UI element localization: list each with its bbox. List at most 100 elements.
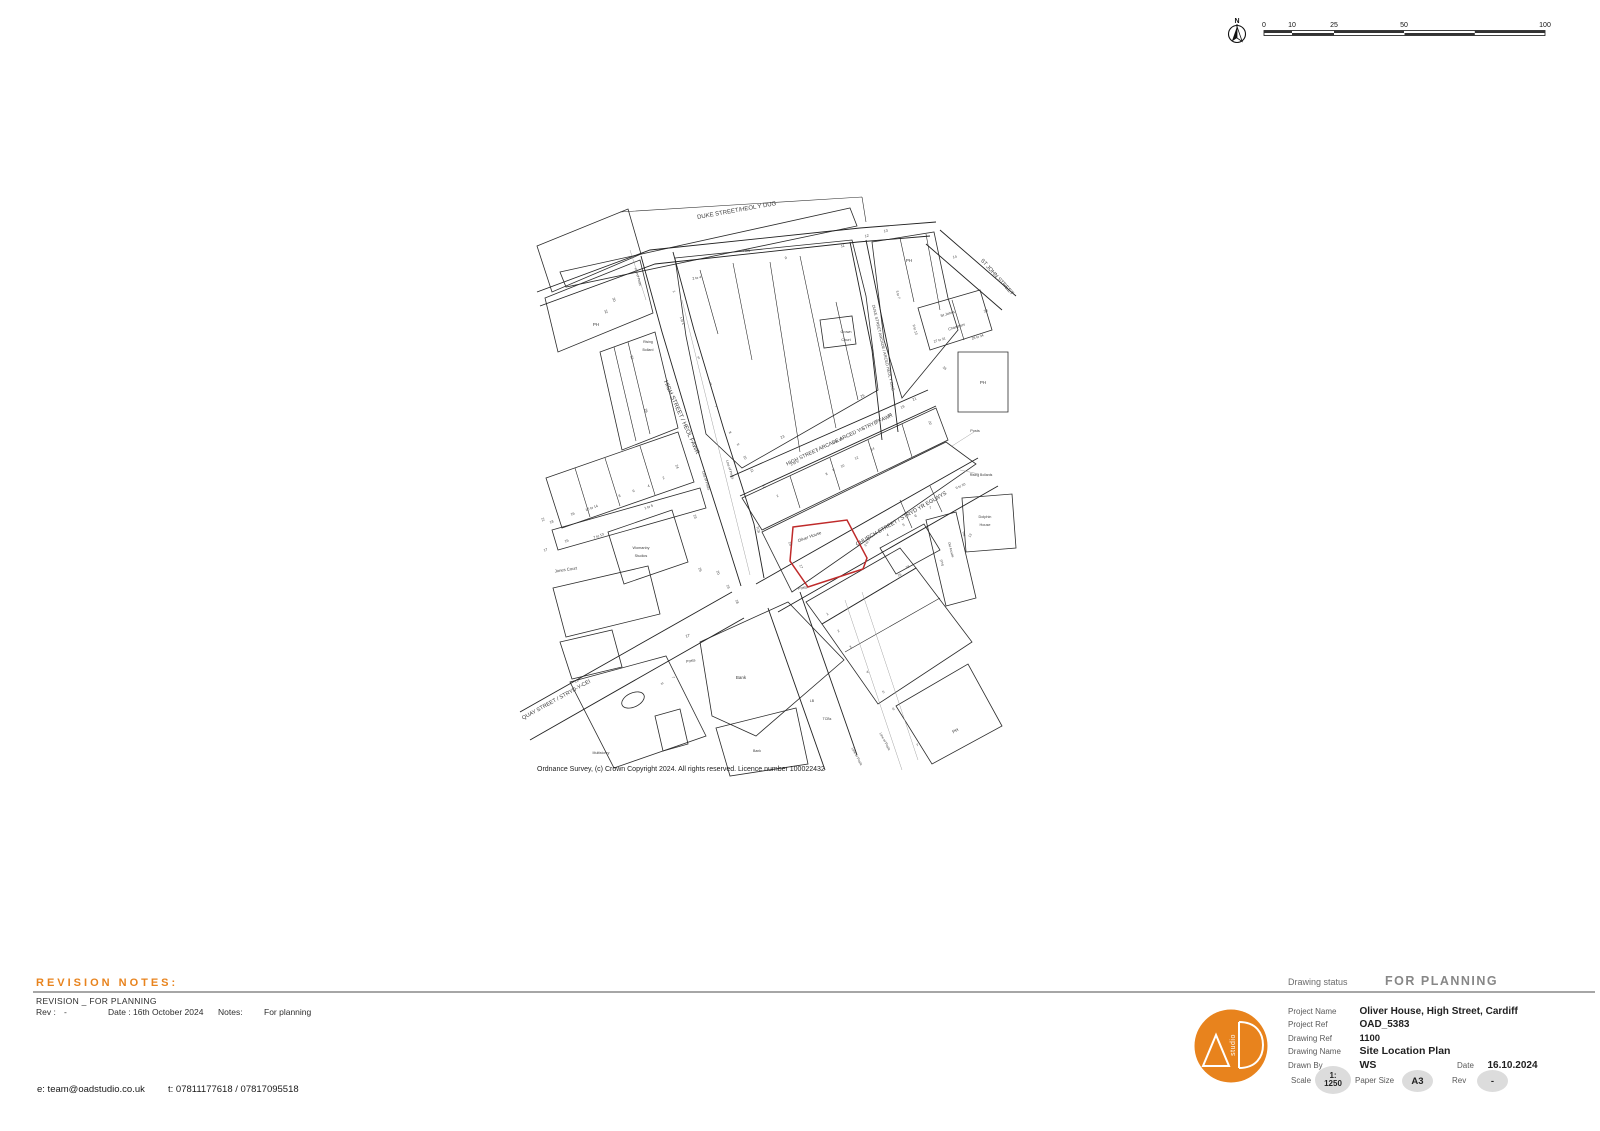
field-project-ref: Project Ref OAD_5383: [1288, 1014, 1409, 1027]
map-label: Oliver House: [797, 530, 823, 543]
map-label: 19: [725, 584, 730, 589]
logo-studio-text: studio: [1230, 1034, 1237, 1056]
map-label: 7: [671, 676, 675, 679]
map-label: (PH): [939, 559, 945, 566]
contact-email: e: team@oadstudio.co.uk: [37, 1084, 145, 1095]
scale-bar: 0102550100: [1262, 22, 1551, 36]
revision-rev-label: Rev :: [36, 1007, 56, 1017]
map-label: 17: [798, 564, 803, 569]
revision-notes-value: For planning: [264, 1007, 311, 1017]
map-label: 9: [660, 682, 664, 685]
map-buildings: [537, 197, 1016, 776]
map-label: 25: [697, 567, 702, 572]
map-label: ST JOHN STREET: [979, 258, 1015, 297]
map-label: 6: [709, 382, 712, 386]
map-label: Rising: [643, 340, 653, 344]
map-label: 18: [549, 519, 554, 524]
paper-size-badge: A3: [1402, 1070, 1433, 1092]
map-label: Line of Posts: [879, 732, 892, 751]
map-label: 27 to 31: [933, 336, 946, 343]
map-label: 15: [564, 538, 569, 543]
map-label: Bank: [736, 675, 747, 680]
map-label: 10: [840, 463, 845, 468]
map-label: 31: [629, 355, 634, 360]
map-label: 21: [540, 517, 545, 522]
map-label: 1 to 5: [644, 504, 654, 511]
map-label: LB: [810, 699, 815, 703]
map-label: 24: [674, 464, 679, 469]
map-label: 5: [902, 523, 906, 527]
paper-size-label: Paper Size: [1355, 1076, 1394, 1085]
field-value: WS: [1359, 1059, 1376, 1071]
map-label: 9: [832, 468, 836, 472]
map-label: 32: [603, 309, 608, 314]
map-label: Line of Posts: [634, 267, 643, 286]
map-label: 11: [749, 468, 754, 473]
rev-label: Rev: [1452, 1076, 1466, 1085]
map-label: 11: [841, 244, 845, 249]
map-label: 4: [647, 484, 650, 488]
map-label: 21: [912, 396, 917, 401]
map-label: 18: [734, 599, 739, 604]
map-label: Posts: [686, 658, 696, 664]
map-label: 3 to 7: [895, 290, 901, 299]
map-label: 7: [916, 743, 920, 747]
scale-tick-label: 50: [1400, 22, 1408, 29]
revision-notes-label: Notes:: [218, 1007, 243, 1017]
oad-studio-logo: studio: [1191, 1006, 1271, 1086]
field-project-name: Project Name Oliver House, High Street, …: [1288, 1001, 1518, 1014]
map-label: Line of Posts: [851, 747, 864, 766]
map-label: 26: [643, 408, 648, 413]
scale-label: Scale: [1291, 1076, 1311, 1085]
map-label: 7: [929, 506, 933, 510]
map-label: 2: [776, 494, 780, 498]
contact-phone: t: 07811177618 / 07817095518: [168, 1084, 299, 1095]
map-label: 4: [886, 533, 890, 537]
map-label: Old Arcade: [947, 542, 955, 558]
map-label: 5: [697, 356, 700, 360]
map-post-lines: [630, 250, 979, 770]
map-label: 2 to 4: [692, 275, 702, 281]
map-label: 9: [784, 256, 787, 260]
map-label: 19: [900, 404, 905, 409]
map-label: 20: [715, 570, 720, 575]
rev-value: -: [1491, 1076, 1494, 1087]
map-label: 2: [837, 629, 841, 633]
map-label: 33: [983, 309, 988, 314]
map-label: 6: [914, 514, 918, 518]
scale-tick-label: 100: [1539, 22, 1551, 29]
map-label: 9 to 10: [955, 482, 966, 490]
scale-tick-label: 0: [1262, 22, 1266, 29]
map-label: TCB: [742, 248, 750, 253]
map-label: Posts: [798, 585, 808, 591]
map-label: Line of Posts: [701, 471, 711, 491]
map-label: 6: [892, 707, 896, 711]
map-label: 10 to 14: [585, 504, 599, 512]
map-label: QUAY STREET / STRYD-Y-CEI: [521, 679, 592, 722]
field-drawing-name: Drawing Name Site Location Plan: [1288, 1041, 1450, 1054]
map-label: Chambers: [948, 323, 966, 332]
map-label: PH: [593, 322, 599, 327]
map-label: Jones Court: [554, 565, 578, 573]
map-label: 1: [826, 612, 830, 616]
north-label: N: [1234, 18, 1239, 25]
map-label: 22: [928, 421, 933, 426]
map-label: Posts: [970, 429, 980, 433]
drawing-status-value: FOR PLANNING: [1385, 974, 1498, 988]
scale-tick-label: 10: [1288, 22, 1296, 29]
map-label: DUKE STREET/HEOL Y DUG: [697, 201, 777, 221]
revision-date: Date : 16th October 2024: [108, 1007, 203, 1017]
site-boundary: [790, 520, 867, 587]
map-label: Studios: [635, 554, 648, 558]
map-label: House: [980, 523, 991, 527]
map-label: HIGH STREET / HEOL FAWR: [662, 380, 700, 456]
map-label: Multistorey: [593, 751, 610, 755]
scale-value-bottom: 1250: [1324, 1080, 1342, 1088]
map-label: 9 to 13: [912, 324, 919, 335]
map-label: 14: [870, 446, 875, 451]
drawing-sheet: N 0102550100: [0, 0, 1600, 1131]
scale-badge: 1: 1250: [1315, 1066, 1351, 1094]
map-label: 3: [849, 645, 853, 649]
rev-badge: -: [1477, 1070, 1508, 1092]
revision-rev-value: -: [64, 1007, 67, 1017]
